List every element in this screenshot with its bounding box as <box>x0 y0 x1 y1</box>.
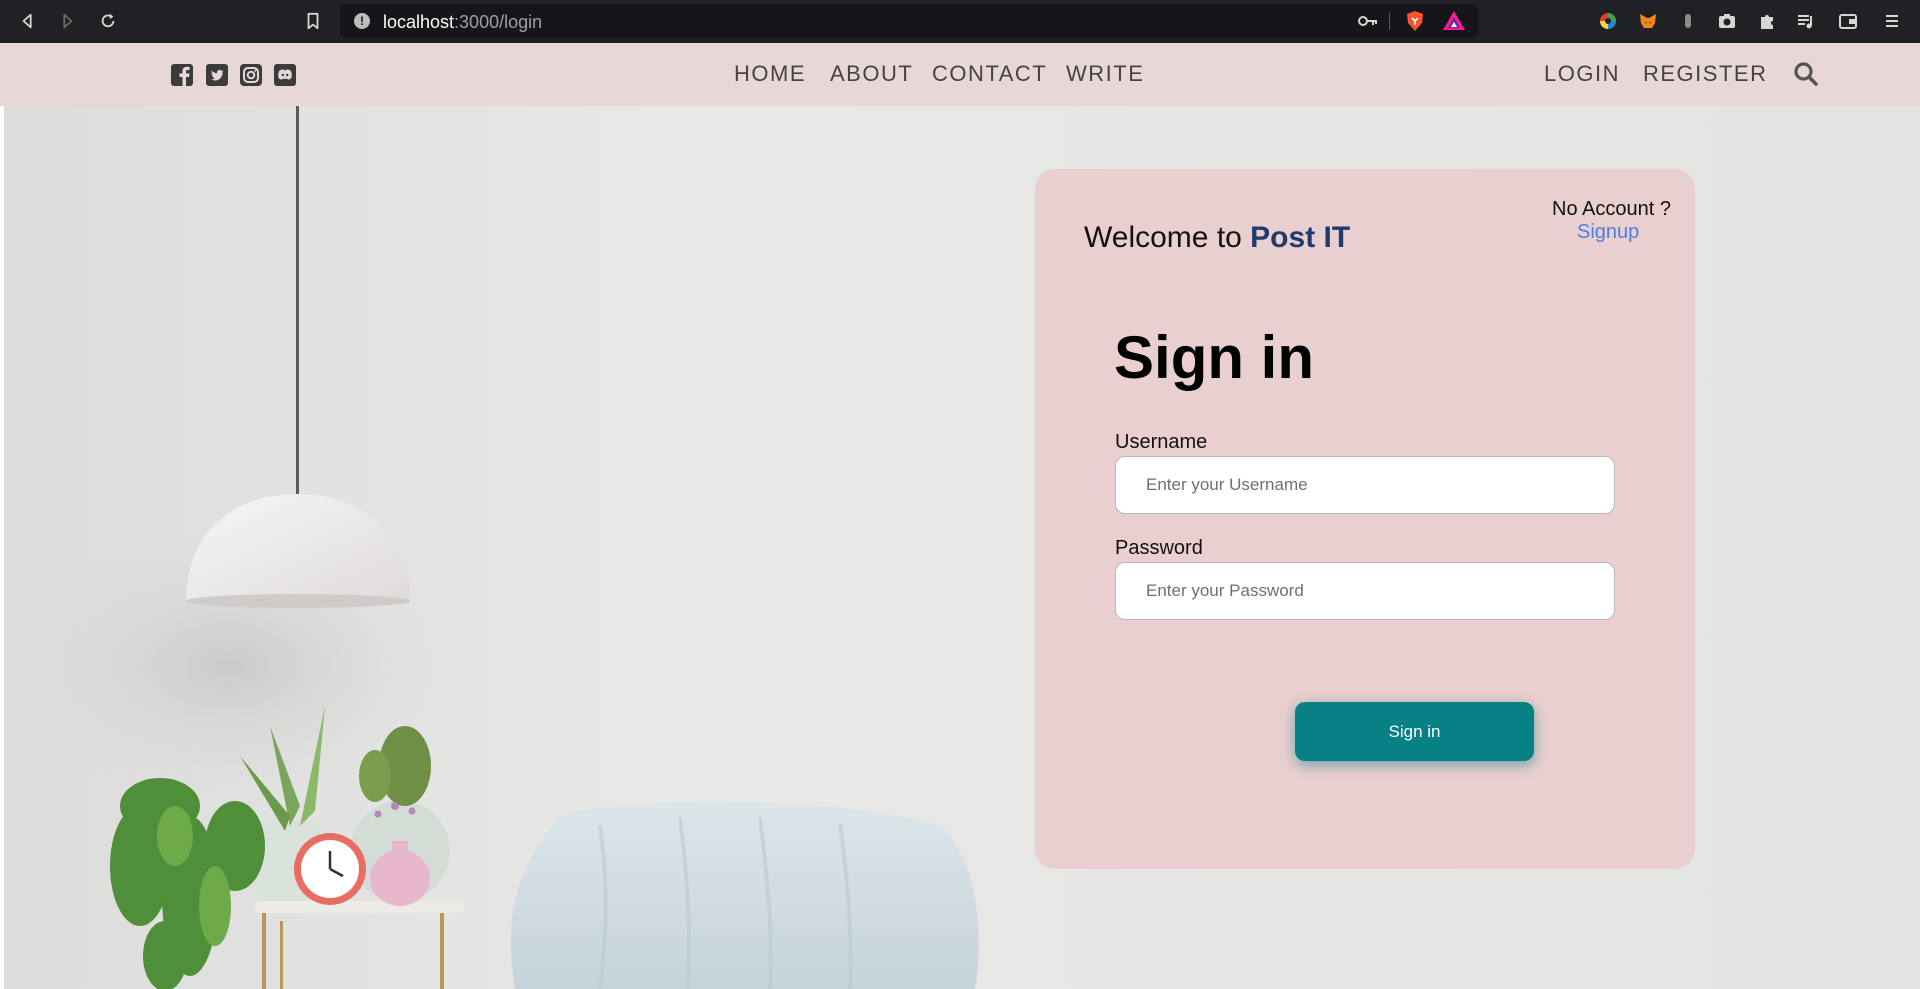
forward-icon[interactable] <box>55 9 79 33</box>
search-icon[interactable] <box>1792 60 1820 88</box>
nav-about[interactable]: ABOUT <box>830 61 913 87</box>
nav-write[interactable]: WRITE <box>1066 61 1144 87</box>
nav-login[interactable]: LOGIN <box>1544 61 1620 87</box>
welcome-prefix: Welcome to <box>1084 221 1251 254</box>
address-bar[interactable]: ! localhost:3000/login <box>340 4 1478 38</box>
username-input[interactable] <box>1115 456 1615 514</box>
brave-shields-icon[interactable] <box>1404 10 1426 32</box>
twitter-icon[interactable] <box>205 63 229 87</box>
camera-icon[interactable] <box>1715 9 1739 33</box>
browser-toolbar: ! localhost:3000/login <box>0 0 1920 43</box>
reload-icon[interactable] <box>96 9 120 33</box>
nav-contact[interactable]: CONTACT <box>932 61 1047 87</box>
site-info-icon[interactable]: ! <box>354 13 370 29</box>
brave-rewards-icon[interactable] <box>1442 10 1466 32</box>
sign-in-button[interactable]: Sign in <box>1295 702 1534 761</box>
extension-icon-small[interactable] <box>1676 9 1700 33</box>
facebook-icon[interactable] <box>170 63 194 87</box>
puzzle-extensions-icon[interactable] <box>1755 9 1779 33</box>
welcome-heading: Welcome to Post IT <box>1084 221 1350 255</box>
password-input[interactable] <box>1115 562 1615 620</box>
back-icon[interactable] <box>16 9 40 33</box>
color-wheel-extension-icon[interactable] <box>1596 9 1620 33</box>
bookmark-icon[interactable] <box>301 9 325 33</box>
metamask-fox-icon[interactable] <box>1636 9 1660 33</box>
discord-icon[interactable] <box>273 63 297 87</box>
brand-name: Post IT <box>1250 221 1351 254</box>
signup-link[interactable]: Signup <box>1577 221 1639 244</box>
instagram-icon[interactable] <box>239 63 263 87</box>
url-path: :3000/login <box>454 12 543 32</box>
url-host: localhost <box>383 12 455 32</box>
key-icon[interactable] <box>1358 12 1378 30</box>
menu-icon[interactable] <box>1880 9 1904 33</box>
no-account-text: No Account ? <box>1552 198 1671 220</box>
site-header: HOME ABOUT CONTACT WRITE LOGIN REGISTER <box>0 43 1920 106</box>
divider <box>1389 12 1390 30</box>
address-text[interactable]: localhost:3000/login <box>383 12 542 33</box>
page-title: Sign in <box>1114 324 1314 391</box>
password-label: Password <box>1115 537 1203 559</box>
nav-home[interactable]: HOME <box>734 61 806 87</box>
wallet-icon[interactable] <box>1836 9 1860 33</box>
username-label: Username <box>1115 431 1208 453</box>
login-card <box>1035 169 1695 869</box>
page-edge <box>0 106 4 989</box>
playlist-icon[interactable] <box>1794 9 1818 33</box>
nav-register[interactable]: REGISTER <box>1643 61 1767 87</box>
